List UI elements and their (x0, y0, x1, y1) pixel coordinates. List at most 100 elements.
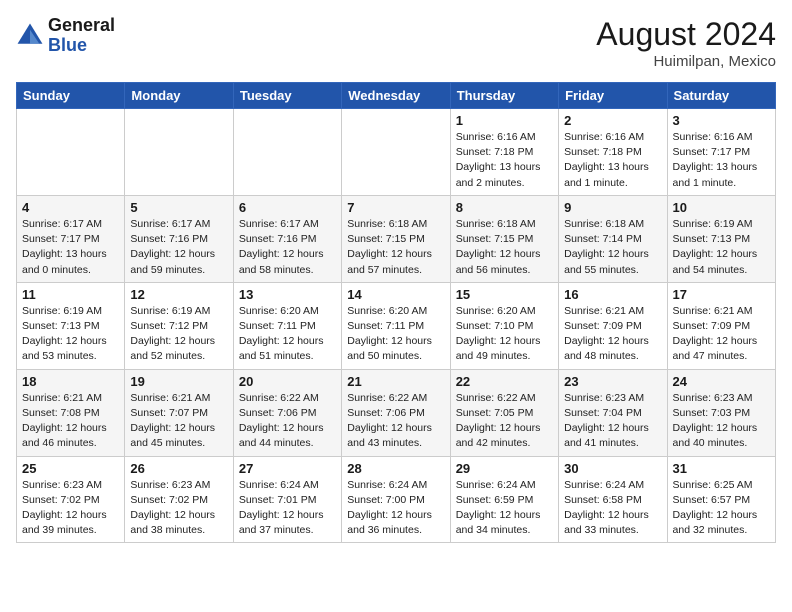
calendar-cell: 21 Sunrise: 6:22 AM Sunset: 7:06 PM Dayli… (342, 369, 450, 456)
calendar-cell: 8 Sunrise: 6:18 AM Sunset: 7:15 PM Daylig… (450, 195, 558, 282)
day-number: 13 (239, 287, 336, 302)
day-number: 27 (239, 461, 336, 476)
day-info: Sunrise: 6:17 AM Sunset: 7:16 PM Dayligh… (130, 217, 227, 278)
calendar-cell: 17 Sunrise: 6:21 AM Sunset: 7:09 PM Dayli… (667, 282, 775, 369)
calendar-week-row: 1Sunrise: 6:16 AM Sunset: 7:18 PM Daylig… (17, 109, 776, 196)
calendar-cell (17, 109, 125, 196)
calendar-cell: 12 Sunrise: 6:19 AM Sunset: 7:12 PM Dayli… (125, 282, 233, 369)
calendar-cell: 26 Sunrise: 6:23 AM Sunset: 7:02 PM Dayli… (125, 456, 233, 543)
day-number: 30 (564, 461, 661, 476)
day-number: 14 (347, 287, 444, 302)
day-number: 12 (130, 287, 227, 302)
day-number: 19 (130, 374, 227, 389)
calendar-cell (125, 109, 233, 196)
day-info: Sunrise: 6:22 AM Sunset: 7:05 PM Dayligh… (456, 391, 553, 452)
calendar-cell (342, 109, 450, 196)
day-number: 18 (22, 374, 119, 389)
day-info: Sunrise: 6:23 AM Sunset: 7:02 PM Dayligh… (130, 478, 227, 539)
day-number: 7 (347, 200, 444, 215)
day-number: 22 (456, 374, 553, 389)
weekday-header-saturday: Saturday (667, 83, 775, 109)
calendar-cell: 24 Sunrise: 6:23 AM Sunset: 7:03 PM Dayli… (667, 369, 775, 456)
calendar-cell: 31 Sunrise: 6:25 AM Sunset: 6:57 PM Dayli… (667, 456, 775, 543)
calendar-cell: 7 Sunrise: 6:18 AM Sunset: 7:15 PM Daylig… (342, 195, 450, 282)
day-info: Sunrise: 6:19 AM Sunset: 7:12 PM Dayligh… (130, 304, 227, 365)
day-number: 24 (673, 374, 770, 389)
day-number: 17 (673, 287, 770, 302)
logo-general-text: General (48, 15, 115, 35)
day-info: Sunrise: 6:21 AM Sunset: 7:08 PM Dayligh… (22, 391, 119, 452)
weekday-header-monday: Monday (125, 83, 233, 109)
weekday-header-sunday: Sunday (17, 83, 125, 109)
day-info: Sunrise: 6:25 AM Sunset: 6:57 PM Dayligh… (673, 478, 770, 539)
day-info: Sunrise: 6:16 AM Sunset: 7:17 PM Dayligh… (673, 130, 770, 191)
day-info: Sunrise: 6:21 AM Sunset: 7:07 PM Dayligh… (130, 391, 227, 452)
day-info: Sunrise: 6:18 AM Sunset: 7:14 PM Dayligh… (564, 217, 661, 278)
day-info: Sunrise: 6:20 AM Sunset: 7:11 PM Dayligh… (347, 304, 444, 365)
day-info: Sunrise: 6:21 AM Sunset: 7:09 PM Dayligh… (564, 304, 661, 365)
calendar-week-row: 4 Sunrise: 6:17 AM Sunset: 7:17 PM Daylig… (17, 195, 776, 282)
calendar-week-row: 25 Sunrise: 6:23 AM Sunset: 7:02 PM Dayli… (17, 456, 776, 543)
calendar-week-row: 18 Sunrise: 6:21 AM Sunset: 7:08 PM Dayli… (17, 369, 776, 456)
day-number: 8 (456, 200, 553, 215)
calendar-cell: 13 Sunrise: 6:20 AM Sunset: 7:11 PM Dayli… (233, 282, 341, 369)
weekday-header-thursday: Thursday (450, 83, 558, 109)
day-number: 3 (673, 113, 770, 128)
day-info: Sunrise: 6:22 AM Sunset: 7:06 PM Dayligh… (239, 391, 336, 452)
calendar-cell: 30Sunrise: 6:24 AM Sunset: 6:58 PM Dayli… (559, 456, 667, 543)
calendar-cell: 16 Sunrise: 6:21 AM Sunset: 7:09 PM Dayli… (559, 282, 667, 369)
day-info: Sunrise: 6:17 AM Sunset: 7:17 PM Dayligh… (22, 217, 119, 278)
calendar-cell: 9Sunrise: 6:18 AM Sunset: 7:14 PM Daylig… (559, 195, 667, 282)
location-subtitle: Huimilpan, Mexico (596, 53, 776, 70)
day-info: Sunrise: 6:17 AM Sunset: 7:16 PM Dayligh… (239, 217, 336, 278)
calendar-cell: 22 Sunrise: 6:22 AM Sunset: 7:05 PM Dayli… (450, 369, 558, 456)
day-info: Sunrise: 6:23 AM Sunset: 7:03 PM Dayligh… (673, 391, 770, 452)
calendar-cell: 14 Sunrise: 6:20 AM Sunset: 7:11 PM Dayli… (342, 282, 450, 369)
title-block: August 2024 Huimilpan, Mexico (596, 16, 776, 70)
day-number: 4 (22, 200, 119, 215)
day-number: 21 (347, 374, 444, 389)
logo-blue-text: Blue (48, 35, 87, 55)
calendar-table: SundayMondayTuesdayWednesdayThursdayFrid… (16, 82, 776, 543)
day-info: Sunrise: 6:19 AM Sunset: 7:13 PM Dayligh… (673, 217, 770, 278)
weekday-header-friday: Friday (559, 83, 667, 109)
calendar-cell: 2Sunrise: 6:16 AM Sunset: 7:18 PM Daylig… (559, 109, 667, 196)
day-number: 11 (22, 287, 119, 302)
calendar-cell: 23Sunrise: 6:23 AM Sunset: 7:04 PM Dayli… (559, 369, 667, 456)
calendar-cell: 25Sunrise: 6:23 AM Sunset: 7:02 PM Dayli… (17, 456, 125, 543)
day-number: 20 (239, 374, 336, 389)
day-number: 10 (673, 200, 770, 215)
day-number: 16 (564, 287, 661, 302)
day-number: 31 (673, 461, 770, 476)
day-info: Sunrise: 6:18 AM Sunset: 7:15 PM Dayligh… (347, 217, 444, 278)
day-info: Sunrise: 6:22 AM Sunset: 7:06 PM Dayligh… (347, 391, 444, 452)
weekday-header-tuesday: Tuesday (233, 83, 341, 109)
day-info: Sunrise: 6:23 AM Sunset: 7:04 PM Dayligh… (564, 391, 661, 452)
day-info: Sunrise: 6:24 AM Sunset: 7:00 PM Dayligh… (347, 478, 444, 539)
day-number: 29 (456, 461, 553, 476)
calendar-cell: 10 Sunrise: 6:19 AM Sunset: 7:13 PM Dayli… (667, 195, 775, 282)
day-info: Sunrise: 6:19 AM Sunset: 7:13 PM Dayligh… (22, 304, 119, 365)
weekday-header-wednesday: Wednesday (342, 83, 450, 109)
calendar-cell: 19 Sunrise: 6:21 AM Sunset: 7:07 PM Dayli… (125, 369, 233, 456)
day-number: 26 (130, 461, 227, 476)
day-info: Sunrise: 6:20 AM Sunset: 7:11 PM Dayligh… (239, 304, 336, 365)
day-number: 25 (22, 461, 119, 476)
day-number: 2 (564, 113, 661, 128)
day-number: 5 (130, 200, 227, 215)
calendar-week-row: 11 Sunrise: 6:19 AM Sunset: 7:13 PM Dayli… (17, 282, 776, 369)
calendar-cell: 15Sunrise: 6:20 AM Sunset: 7:10 PM Dayli… (450, 282, 558, 369)
calendar-cell: 20 Sunrise: 6:22 AM Sunset: 7:06 PM Dayli… (233, 369, 341, 456)
day-info: Sunrise: 6:18 AM Sunset: 7:15 PM Dayligh… (456, 217, 553, 278)
day-info: Sunrise: 6:21 AM Sunset: 7:09 PM Dayligh… (673, 304, 770, 365)
calendar-cell: 27Sunrise: 6:24 AM Sunset: 7:01 PM Dayli… (233, 456, 341, 543)
day-number: 1 (456, 113, 553, 128)
calendar-cell: 4 Sunrise: 6:17 AM Sunset: 7:17 PM Daylig… (17, 195, 125, 282)
calendar-cell: 6Sunrise: 6:17 AM Sunset: 7:16 PM Daylig… (233, 195, 341, 282)
day-number: 28 (347, 461, 444, 476)
calendar-cell: 5 Sunrise: 6:17 AM Sunset: 7:16 PM Daylig… (125, 195, 233, 282)
calendar-cell: 3 Sunrise: 6:16 AM Sunset: 7:17 PM Daylig… (667, 109, 775, 196)
calendar-cell: 11 Sunrise: 6:19 AM Sunset: 7:13 PM Dayli… (17, 282, 125, 369)
logo-icon (16, 22, 44, 50)
calendar-cell: 18 Sunrise: 6:21 AM Sunset: 7:08 PM Dayli… (17, 369, 125, 456)
